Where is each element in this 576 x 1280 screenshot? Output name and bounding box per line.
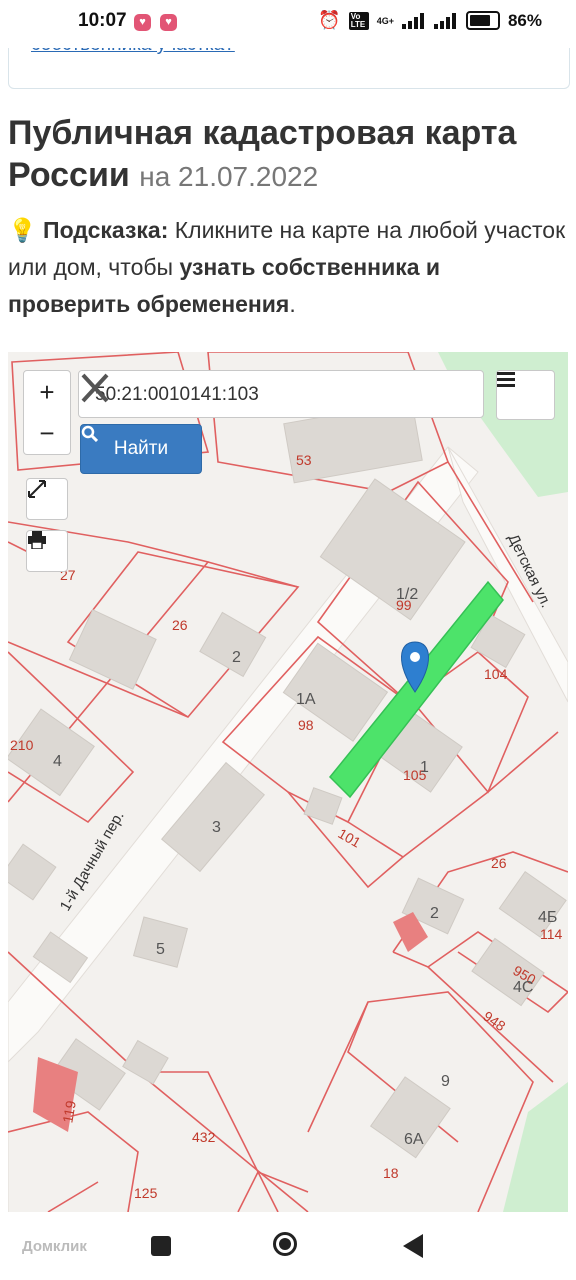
parcel-label-432: 432 (192, 1129, 216, 1145)
page-date: на 21.07.2022 (139, 161, 319, 192)
svg-text:1/2: 1/2 (396, 586, 418, 603)
status-indicators: ⏰ Vo LTE 4G+ 86% (318, 10, 542, 31)
parcel-label-104: 104 (484, 666, 508, 682)
owner-question-link[interactable]: собственника участка? (31, 48, 235, 56)
cadastral-search-input[interactable]: 50:21:0010141:103 (78, 370, 484, 418)
svg-text:9: 9 (441, 1073, 450, 1090)
search-input-value: 50:21:0010141:103 (95, 384, 259, 405)
find-button-label: Найти (113, 438, 169, 459)
map-canvas[interactable]: 53 27 26 99 104 98 210 105 101 26 114 95… (8, 352, 568, 1212)
parcel-label-18: 18 (383, 1165, 399, 1181)
previous-card: собственника участка? (8, 48, 570, 89)
signal-icon (401, 12, 426, 29)
search-icon (81, 425, 98, 442)
printer-icon (28, 531, 46, 549)
find-button[interactable]: Найти (80, 424, 202, 474)
fullscreen-button[interactable] (26, 478, 68, 520)
hint-block: 💡 Подсказка: Кликните на карте на любой … (8, 212, 568, 323)
clear-icon[interactable] (79, 371, 111, 405)
network-label: 4G+ (376, 15, 394, 26)
back-button[interactable] (403, 1234, 425, 1258)
parcel-label-98: 98 (298, 717, 314, 733)
page-title: Публичная кадастровая карта России на 21… (8, 112, 568, 198)
parcel-label-210: 210 (10, 737, 34, 753)
domclick-watermark: Домклик (22, 1238, 87, 1255)
parcel-label-125: 125 (134, 1185, 158, 1201)
expand-icon (28, 480, 46, 498)
app-notification-icon: ♥ (134, 14, 151, 31)
zoom-in-button[interactable]: + (23, 370, 71, 414)
battery-level: 86% (507, 10, 542, 30)
hint-end: . (289, 291, 296, 317)
hamburger-icon (497, 372, 515, 387)
parcel-label-53: 53 (296, 452, 312, 468)
svg-text:4Б: 4Б (538, 909, 557, 926)
volte-icon: Vo LTE (348, 11, 369, 30)
status-bar: 10:07 ♥ ♥ ⏰ Vo LTE 4G+ 86% (0, 0, 576, 48)
zoom-out-button[interactable]: − (23, 412, 71, 455)
parcel-label-114: 114 (540, 926, 563, 942)
home-button[interactable] (273, 1232, 297, 1256)
battery-icon (465, 11, 500, 30)
parcel-label-26: 26 (172, 617, 188, 633)
svg-text:2: 2 (430, 905, 439, 922)
print-button[interactable] (26, 530, 68, 572)
system-nav-bar: Домклик (0, 1212, 576, 1280)
svg-text:5: 5 (156, 941, 165, 958)
status-time: 10:07 (78, 10, 127, 31)
lightbulb-icon: 💡 (8, 217, 37, 243)
app-notification-icon: ♥ (160, 14, 177, 31)
cadastral-map[interactable]: 53 27 26 99 104 98 210 105 101 26 114 95… (8, 352, 568, 1212)
parcel-label-26b: 26 (491, 855, 507, 871)
recent-apps-button[interactable] (151, 1236, 171, 1256)
svg-text:4С: 4С (513, 979, 533, 996)
alarm-icon: ⏰ (318, 10, 341, 30)
hint-label: Подсказка: (43, 217, 169, 243)
svg-text:2: 2 (232, 649, 241, 666)
home-dot-icon (279, 1238, 291, 1250)
svg-text:1: 1 (420, 759, 429, 776)
svg-text:1A: 1A (296, 691, 316, 708)
svg-text:4: 4 (53, 753, 62, 770)
menu-button[interactable] (496, 370, 555, 420)
signal-icon (433, 12, 458, 29)
svg-text:3: 3 (212, 819, 221, 836)
svg-text:6A: 6A (404, 1131, 424, 1148)
